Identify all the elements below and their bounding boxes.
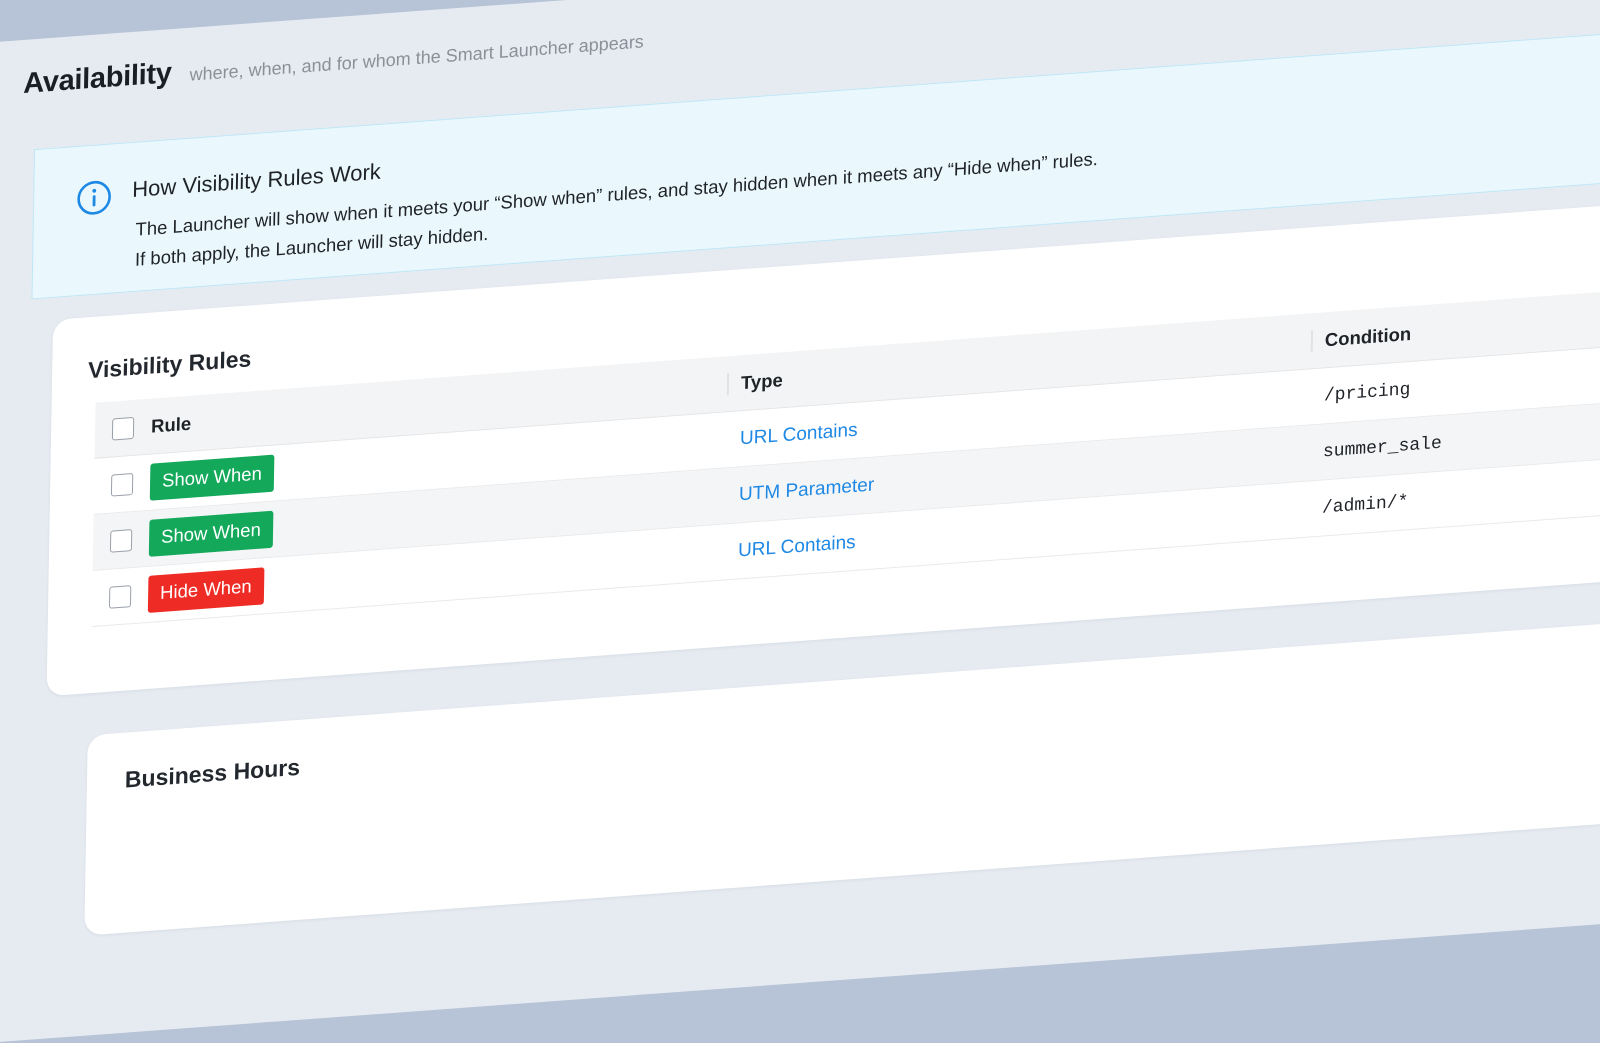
page-title: Availability <box>22 57 172 101</box>
rule-condition: /admin/* <box>1321 491 1409 519</box>
select-all-checkbox[interactable] <box>111 416 135 441</box>
row-select-cell <box>94 471 150 497</box>
rule-condition: /pricing <box>1323 379 1411 406</box>
rule-badge-show: Show When <box>148 510 274 557</box>
row-select-cell <box>92 583 148 609</box>
rule-condition: summer_sale <box>1322 433 1442 462</box>
rule-badge-hide: Hide When <box>147 567 264 613</box>
rules-table: Rule Type Condition Show When URL Contai… <box>91 286 1600 628</box>
rule-type-link[interactable]: UTM Parameter <box>739 474 874 505</box>
row-checkbox[interactable] <box>109 528 133 553</box>
row-select-cell <box>93 527 149 553</box>
business-hours-title: Business Hours <box>124 753 301 793</box>
info-icon <box>77 180 111 215</box>
info-title: How Visibility Rules Work <box>132 158 382 203</box>
select-all-cell <box>95 415 151 441</box>
rule-type-link[interactable]: URL Contains <box>740 419 858 449</box>
column-header-condition[interactable]: Condition <box>1310 303 1600 352</box>
row-checkbox[interactable] <box>110 472 134 497</box>
page-header: Availability where, when, and for whom t… <box>23 22 644 101</box>
rule-badge-show: Show When <box>149 454 275 501</box>
rule-type-link[interactable]: URL Contains <box>738 531 856 561</box>
row-checkbox[interactable] <box>108 584 132 609</box>
visibility-rules-title: Visibility Rules <box>87 345 252 384</box>
page-subtitle: where, when, and for whom the Smart Laun… <box>189 31 644 85</box>
page-stage: Availability where, when, and for whom t… <box>0 0 1600 1043</box>
